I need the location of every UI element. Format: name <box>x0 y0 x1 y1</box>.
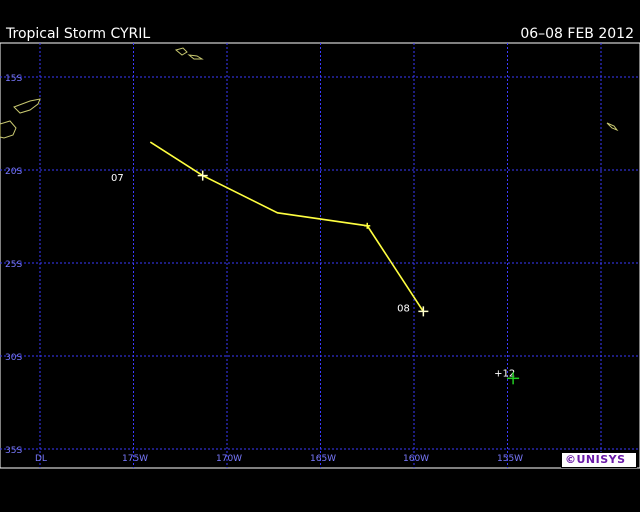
lon-label-160w: 160W <box>403 454 429 464</box>
island-3 <box>13 98 41 114</box>
lat-lon-grid <box>0 43 640 468</box>
track-mark-08 <box>418 306 429 317</box>
lat-label-35s: 35S <box>5 446 22 456</box>
lat-label-30s: 30S <box>5 353 22 363</box>
lat-label-20s: 20S <box>5 167 22 177</box>
lon-label-dl: DL <box>35 454 47 464</box>
track-map: 15S 20S 25S 30S 35S DL 175W 170W 165W 16… <box>0 42 640 469</box>
track-mark-07 <box>197 170 208 181</box>
axis-labels: 15S 20S 25S 30S 35S DL 175W 170W 165W 16… <box>5 74 523 464</box>
island-1 <box>174 47 188 56</box>
unisys-logo: ©UNISYS <box>561 452 637 468</box>
track-markers <box>197 170 429 317</box>
island-2 <box>187 54 204 60</box>
storm-track-line <box>149 141 424 312</box>
lon-label-155w: 155W <box>497 454 523 464</box>
island-4 <box>0 120 17 139</box>
lat-label-25s: 25S <box>5 260 22 270</box>
island-5 <box>606 122 619 132</box>
lon-label-175w: 175W <box>122 454 148 464</box>
lon-label-170w: 170W <box>216 454 242 464</box>
lat-label-15s: 15S <box>5 74 22 84</box>
coastlines <box>0 47 619 139</box>
lon-label-165w: 165W <box>310 454 336 464</box>
day-label-07: 07 <box>111 173 124 184</box>
day-label-08: 08 <box>397 303 410 314</box>
